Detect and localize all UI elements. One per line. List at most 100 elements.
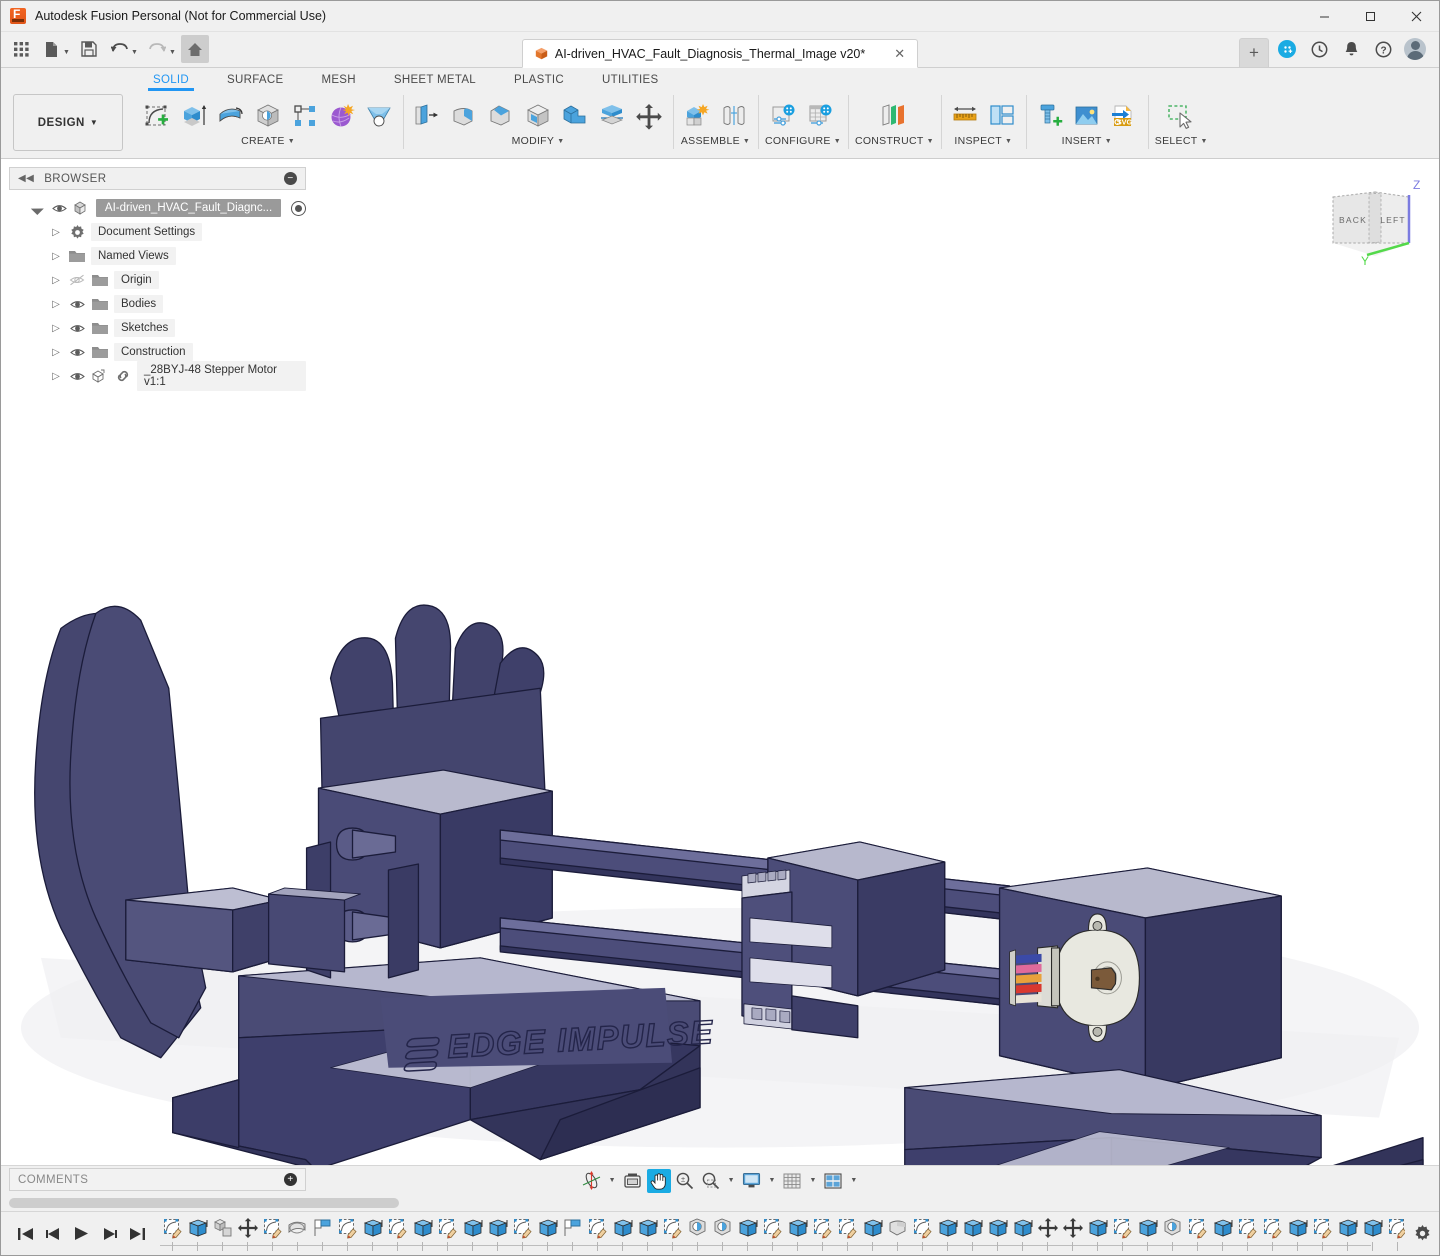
tree-node-sketches[interactable]: ▷ Sketches: [9, 316, 306, 340]
configure-design-icon[interactable]: [767, 99, 801, 133]
timeline-feature-sketch[interactable]: [585, 1212, 610, 1256]
zoom-icon[interactable]: ±: [673, 1169, 697, 1193]
ribbon-tab-utilities[interactable]: UTILITIES: [583, 68, 677, 91]
tree-node-named-views[interactable]: ▷ Named Views: [9, 244, 306, 268]
section-analysis-icon[interactable]: [985, 99, 1019, 133]
visibility-eye-icon[interactable]: [50, 203, 68, 214]
timeline-feature-sketch[interactable]: [810, 1212, 835, 1256]
timeline-feature-move[interactable]: [235, 1212, 260, 1256]
timeline-feature-move[interactable]: [1060, 1212, 1085, 1256]
look-at-icon[interactable]: [621, 1169, 645, 1193]
viewports-caret-icon[interactable]: ▼: [847, 1177, 860, 1184]
timeline-feature-sketch[interactable]: [760, 1212, 785, 1256]
timeline-feature-sketch[interactable]: [160, 1212, 185, 1256]
app-grid-icon[interactable]: [7, 35, 35, 63]
display-settings-caret-icon[interactable]: ▼: [766, 1177, 779, 1184]
ribbon-tab-solid[interactable]: SOLID: [134, 68, 208, 91]
close-button[interactable]: [1393, 1, 1439, 32]
timeline-feature-sketch[interactable]: [510, 1212, 535, 1256]
step-back-icon[interactable]: [45, 1227, 62, 1241]
fillet-icon[interactable]: [447, 99, 481, 133]
timeline-feature-extrude[interactable]: [1135, 1212, 1160, 1256]
visibility-eye-icon[interactable]: [68, 299, 86, 310]
expand-arrow-icon[interactable]: ▷: [49, 227, 63, 238]
insert-mcmaster-icon[interactable]: [1033, 99, 1067, 133]
expand-arrow-icon[interactable]: ▷: [49, 299, 63, 310]
combine-icon[interactable]: [558, 99, 592, 133]
loft-icon[interactable]: [362, 99, 396, 133]
timeline-feature-extrude[interactable]: [1010, 1212, 1035, 1256]
select-window-icon[interactable]: [1164, 99, 1198, 133]
timeline-feature-extrude[interactable]: [635, 1212, 660, 1256]
timeline-feature-sketch[interactable]: [1385, 1212, 1405, 1256]
timeline-feature-component[interactable]: [210, 1212, 235, 1256]
timeline-feature-extrude[interactable]: [485, 1212, 510, 1256]
tree-node-origin[interactable]: ▷ Origin: [9, 268, 306, 292]
hole-icon[interactable]: [251, 99, 285, 133]
timeline-feature-sketch[interactable]: [835, 1212, 860, 1256]
grid-snaps-caret-icon[interactable]: ▼: [806, 1177, 819, 1184]
timeline-feature-hole[interactable]: [710, 1212, 735, 1256]
timeline-feature-sketch[interactable]: [435, 1212, 460, 1256]
ribbon-panel-assemble-label[interactable]: ASSEMBLE▼: [681, 135, 750, 147]
timeline-feature-extrude[interactable]: [1210, 1212, 1235, 1256]
insert-decal-icon[interactable]: [1070, 99, 1104, 133]
view-cube[interactable]: BACK LEFT Z Y: [1323, 173, 1423, 269]
timeline-feature-extrude[interactable]: [985, 1212, 1010, 1256]
add-comment-icon[interactable]: +: [284, 1173, 297, 1186]
new-component-icon[interactable]: [680, 99, 714, 133]
notifications-bell-icon[interactable]: [1337, 35, 1365, 63]
timeline-feature-sketch[interactable]: [335, 1212, 360, 1256]
ribbon-panel-inspect-label[interactable]: INSPECT▼: [954, 135, 1012, 147]
fit-caret-icon[interactable]: ▼: [725, 1177, 738, 1184]
save-icon[interactable]: [75, 35, 103, 63]
comments-panel[interactable]: COMMENTS +: [9, 1168, 306, 1191]
timeline-feature-extrude[interactable]: [410, 1212, 435, 1256]
fit-icon[interactable]: [699, 1169, 723, 1193]
timeline-feature-plane[interactable]: [310, 1212, 335, 1256]
home-icon[interactable]: [181, 35, 209, 63]
visibility-eye-hidden-icon[interactable]: [68, 274, 86, 286]
timeline-feature-extrude[interactable]: [735, 1212, 760, 1256]
joint-icon[interactable]: [717, 99, 751, 133]
document-tab[interactable]: AI-driven_HVAC_Fault_Diagnosis_Thermal_I…: [522, 39, 918, 68]
timeline-feature-sketch[interactable]: [660, 1212, 685, 1256]
visibility-eye-icon[interactable]: [68, 323, 86, 334]
viewports-icon[interactable]: [821, 1169, 845, 1193]
expand-arrow-icon[interactable]: ▷: [49, 323, 63, 334]
ribbon-panel-configure-label[interactable]: CONFIGURE▼: [765, 135, 841, 147]
job-status-clock-icon[interactable]: [1305, 35, 1333, 63]
timeline-feature-sketch[interactable]: [260, 1212, 285, 1256]
ribbon-panel-construct-label[interactable]: CONSTRUCT▼: [855, 135, 934, 147]
timeline-feature-sketch[interactable]: [385, 1212, 410, 1256]
timeline-feature-revolve[interactable]: [285, 1212, 310, 1256]
chamfer-icon[interactable]: [484, 99, 518, 133]
timeline-feature-sketch[interactable]: [1185, 1212, 1210, 1256]
configuration-table-icon[interactable]: [804, 99, 838, 133]
tree-node-document-settings[interactable]: ▷ Document Settings: [9, 220, 306, 244]
timeline-feature-extrude[interactable]: [960, 1212, 985, 1256]
expand-arrow-icon[interactable]: ▷: [49, 251, 63, 262]
tree-node-root[interactable]: ◢ AI-driven_HVAC_Fault_Diagnc...: [9, 196, 306, 220]
extrude-icon[interactable]: [177, 99, 211, 133]
new-document-icon[interactable]: [37, 35, 65, 63]
minimize-button[interactable]: [1301, 1, 1347, 32]
timeline-feature-extrude[interactable]: [1360, 1212, 1385, 1256]
timeline-feature-sketch[interactable]: [910, 1212, 935, 1256]
ribbon-panel-insert-label[interactable]: INSERT▼: [1062, 135, 1112, 147]
offset-plane-icon[interactable]: [877, 99, 911, 133]
expand-arrow-icon[interactable]: ▷: [49, 275, 63, 286]
split-face-icon[interactable]: [595, 99, 629, 133]
tree-node-stepper-motor[interactable]: ▷ _28BYJ-48 Stepper Motor v1:1: [9, 364, 306, 388]
move-copy-icon[interactable]: [632, 99, 666, 133]
timeline-feature-plane[interactable]: [560, 1212, 585, 1256]
revolve-icon[interactable]: [214, 99, 248, 133]
ribbon-panel-create-label[interactable]: CREATE▼: [241, 135, 295, 147]
extensions-icon[interactable]: [1273, 35, 1301, 63]
rectangular-pattern-icon[interactable]: [288, 99, 322, 133]
expand-arrow-icon[interactable]: ▷: [49, 371, 63, 382]
orbit-caret-icon[interactable]: ▼: [606, 1177, 619, 1184]
timeline-feature-extrude[interactable]: [785, 1212, 810, 1256]
timeline-feature-sketch[interactable]: [1310, 1212, 1335, 1256]
play-icon[interactable]: [73, 1226, 90, 1241]
